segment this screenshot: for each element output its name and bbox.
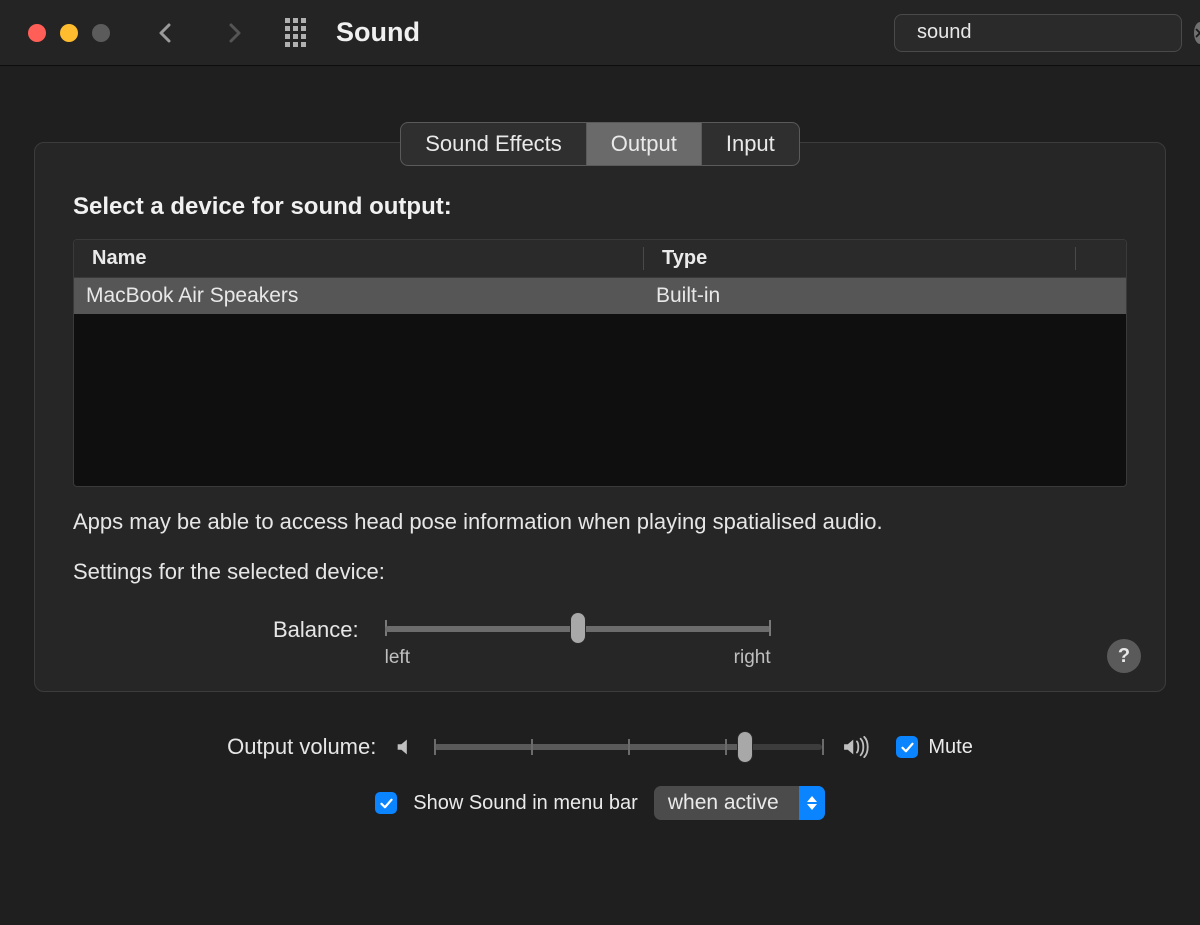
table-body: MacBook Air Speakers Built-in — [74, 278, 1126, 486]
check-icon — [379, 796, 394, 811]
forward-button[interactable] — [220, 19, 248, 47]
output-section-title: Select a device for sound output: — [73, 193, 1127, 221]
show-in-menu-bar-checkbox[interactable] — [375, 792, 397, 814]
tab-output[interactable]: Output — [587, 123, 702, 165]
table-header: Name Type — [74, 240, 1126, 278]
tab-sound-effects[interactable]: Sound Effects — [401, 123, 587, 165]
slider-thumb[interactable] — [738, 732, 752, 762]
global-sound-controls: Output volume: Mute Show Sound in menu b — [0, 704, 1200, 820]
close-window-button[interactable] — [28, 24, 46, 42]
output-volume-label: Output volume: — [227, 734, 376, 760]
clear-search-button[interactable] — [1194, 22, 1200, 44]
back-button[interactable] — [152, 19, 180, 47]
balance-slider[interactable]: left right — [385, 619, 771, 669]
mute-checkbox[interactable] — [896, 736, 918, 758]
select-stepper-icon — [799, 786, 825, 820]
balance-left-label: left — [385, 647, 410, 669]
show-all-preferences-button[interactable] — [282, 20, 308, 46]
volume-low-icon — [394, 736, 416, 758]
output-volume-slider[interactable] — [434, 736, 822, 758]
slider-tick — [628, 739, 630, 755]
slider-tick-right — [769, 620, 771, 636]
show-in-menu-bar-label: Show Sound in menu bar — [413, 792, 638, 815]
device-name-cell: MacBook Air Speakers — [74, 284, 644, 308]
balance-control: Balance: left right — [73, 619, 1127, 669]
nav-buttons — [152, 19, 248, 47]
balance-right-label: right — [734, 647, 771, 669]
search-input[interactable] — [915, 20, 1184, 45]
menu-bar-mode-select[interactable]: when active — [654, 786, 825, 820]
slider-thumb[interactable] — [571, 613, 585, 643]
balance-label: Balance: — [273, 617, 359, 643]
slider-tick — [725, 739, 727, 755]
chevron-right-icon — [222, 21, 246, 45]
slider-tick — [822, 739, 824, 755]
close-icon — [1194, 27, 1200, 39]
mute-control: Mute — [896, 736, 972, 759]
fullscreen-window-button[interactable] — [92, 24, 110, 42]
column-header-name[interactable]: Name — [74, 247, 644, 270]
window-traffic-lights — [14, 24, 110, 42]
tabs-segmented-control: Sound Effects Output Input — [400, 122, 800, 166]
output-panel: Select a device for sound output: Name T… — [34, 142, 1166, 692]
window-toolbar: Sound — [0, 0, 1200, 66]
search-field[interactable] — [894, 14, 1182, 52]
check-icon — [900, 740, 915, 755]
volume-high-icon — [840, 736, 872, 758]
output-devices-table: Name Type MacBook Air Speakers Built-in — [73, 239, 1127, 487]
slider-tick — [434, 739, 436, 755]
chevron-left-icon — [154, 21, 178, 45]
device-settings-heading: Settings for the selected device: — [73, 559, 1127, 585]
slider-tick — [531, 739, 533, 755]
device-type-cell: Built-in — [644, 284, 1076, 308]
window-title: Sound — [336, 17, 420, 48]
tab-input[interactable]: Input — [702, 123, 799, 165]
table-row[interactable]: MacBook Air Speakers Built-in — [74, 278, 1126, 314]
column-header-type[interactable]: Type — [644, 247, 1076, 270]
minimize-window-button[interactable] — [60, 24, 78, 42]
select-value: when active — [668, 791, 787, 815]
help-button[interactable]: ? — [1107, 639, 1141, 673]
spatial-audio-note: Apps may be able to access head pose inf… — [73, 509, 1127, 535]
mute-label: Mute — [928, 736, 972, 759]
